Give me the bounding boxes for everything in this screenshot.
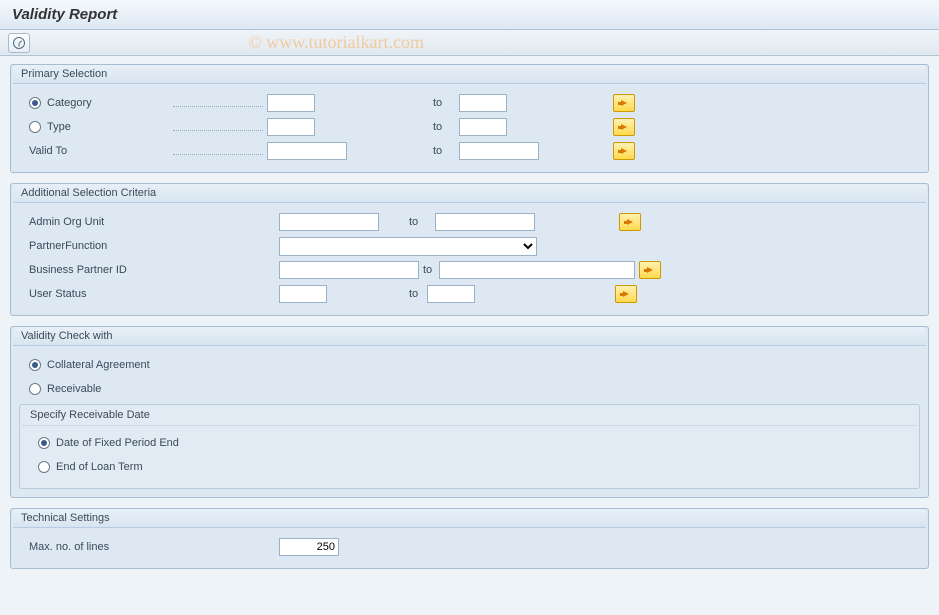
- group-additional-criteria: Additional Selection Criteria Admin Org …: [10, 183, 929, 316]
- bpid-from-input[interactable]: [279, 261, 419, 279]
- multi-select-button[interactable]: [613, 142, 635, 160]
- row-fixed-period: Date of Fixed Period End: [28, 432, 911, 454]
- label-text: User Status: [29, 288, 86, 300]
- label-text: Category: [47, 97, 92, 109]
- valid-to-from-input[interactable]: [267, 142, 347, 160]
- label-category: Category: [19, 97, 169, 109]
- radio-collateral[interactable]: [29, 359, 41, 371]
- group-validity-check: Validity Check with Collateral Agreement…: [10, 326, 929, 498]
- group-title: Validity Check with: [13, 327, 926, 346]
- multi-select-button[interactable]: [619, 213, 641, 231]
- label-text: Valid To: [29, 145, 67, 157]
- multi-select-button[interactable]: [615, 285, 637, 303]
- label-text: PartnerFunction: [29, 240, 107, 252]
- to-label: to: [429, 121, 459, 133]
- group-specify-receivable-date: Specify Receivable Date Date of Fixed Pe…: [19, 404, 920, 489]
- label-type: Type: [19, 121, 169, 133]
- row-user-status: User Status to: [19, 283, 920, 305]
- category-from-input[interactable]: [267, 94, 315, 112]
- execute-button[interactable]: [8, 33, 30, 53]
- to-label: to: [419, 264, 439, 276]
- radio-end-loan[interactable]: [38, 461, 50, 473]
- page-title: Validity Report: [0, 0, 939, 30]
- inner-group-title: Specify Receivable Date: [22, 405, 917, 426]
- option-end-loan[interactable]: End of Loan Term: [28, 461, 278, 473]
- row-bp-id: Business Partner ID to: [19, 259, 920, 281]
- arrow-right-icon: [647, 267, 653, 273]
- arrow-right-icon: [621, 148, 627, 154]
- partner-function-select[interactable]: [279, 237, 537, 256]
- label-text: Type: [47, 121, 71, 133]
- option-fixed-period[interactable]: Date of Fixed Period End: [28, 437, 278, 449]
- row-admin-org: Admin Org Unit to: [19, 211, 920, 233]
- category-to-input[interactable]: [459, 94, 507, 112]
- label-text: Collateral Agreement: [47, 359, 150, 371]
- arrow-right-icon: [621, 124, 627, 130]
- toolbar: [0, 30, 939, 56]
- type-to-input[interactable]: [459, 118, 507, 136]
- label-text: Business Partner ID: [29, 264, 127, 276]
- label-admin-org: Admin Org Unit: [19, 216, 279, 228]
- multi-select-button[interactable]: [639, 261, 661, 279]
- group-title: Additional Selection Criteria: [13, 184, 926, 203]
- group-technical-settings: Technical Settings Max. no. of lines: [10, 508, 929, 569]
- multi-select-button[interactable]: [613, 94, 635, 112]
- row-receivable: Receivable: [19, 378, 920, 400]
- label-bp-id: Business Partner ID: [19, 264, 279, 276]
- to-label: to: [327, 288, 409, 300]
- row-valid-to: Valid To to: [19, 140, 920, 162]
- type-from-input[interactable]: [267, 118, 315, 136]
- ustatus-from-input[interactable]: [279, 285, 327, 303]
- multi-select-button[interactable]: [613, 118, 635, 136]
- option-receivable[interactable]: Receivable: [19, 383, 269, 395]
- admin-to-input[interactable]: [435, 213, 535, 231]
- to-label: to: [429, 145, 459, 157]
- radio-fixed-period[interactable]: [38, 437, 50, 449]
- label-text: Max. no. of lines: [29, 541, 109, 553]
- group-primary-selection: Primary Selection Category to Type to: [10, 64, 929, 173]
- label-text: End of Loan Term: [56, 461, 143, 473]
- dotline: [173, 123, 263, 131]
- arrow-right-icon: [627, 219, 633, 225]
- arrow-right-icon: [621, 100, 627, 106]
- radio-receivable[interactable]: [29, 383, 41, 395]
- content-area: Primary Selection Category to Type to: [0, 56, 939, 615]
- group-title: Primary Selection: [13, 65, 926, 84]
- option-collateral[interactable]: Collateral Agreement: [19, 359, 269, 371]
- radio-type[interactable]: [29, 121, 41, 133]
- label-text: Admin Org Unit: [29, 216, 104, 228]
- to-label: to: [429, 97, 459, 109]
- admin-from-input[interactable]: [279, 213, 379, 231]
- arrow-right-icon: [623, 291, 629, 297]
- row-collateral: Collateral Agreement: [19, 354, 920, 376]
- row-category: Category to: [19, 92, 920, 114]
- label-text: Receivable: [47, 383, 101, 395]
- ustatus-to-input[interactable]: [427, 285, 475, 303]
- dotline: [173, 147, 263, 155]
- label-partner-function: PartnerFunction: [19, 240, 279, 252]
- dotline: [173, 99, 263, 107]
- valid-to-to-input[interactable]: [459, 142, 539, 160]
- row-partner-function: PartnerFunction: [19, 235, 920, 257]
- to-label: to: [379, 216, 415, 228]
- label-max-lines: Max. no. of lines: [19, 541, 279, 553]
- group-title: Technical Settings: [13, 509, 926, 528]
- label-text: Date of Fixed Period End: [56, 437, 179, 449]
- row-end-loan: End of Loan Term: [28, 456, 911, 478]
- row-type: Type to: [19, 116, 920, 138]
- bpid-to-input[interactable]: [439, 261, 635, 279]
- max-lines-input[interactable]: [279, 538, 339, 556]
- row-max-lines: Max. no. of lines: [19, 536, 920, 558]
- label-valid-to: Valid To: [19, 145, 169, 157]
- label-user-status: User Status: [19, 288, 279, 300]
- radio-category[interactable]: [29, 97, 41, 109]
- clock-icon: [13, 37, 25, 49]
